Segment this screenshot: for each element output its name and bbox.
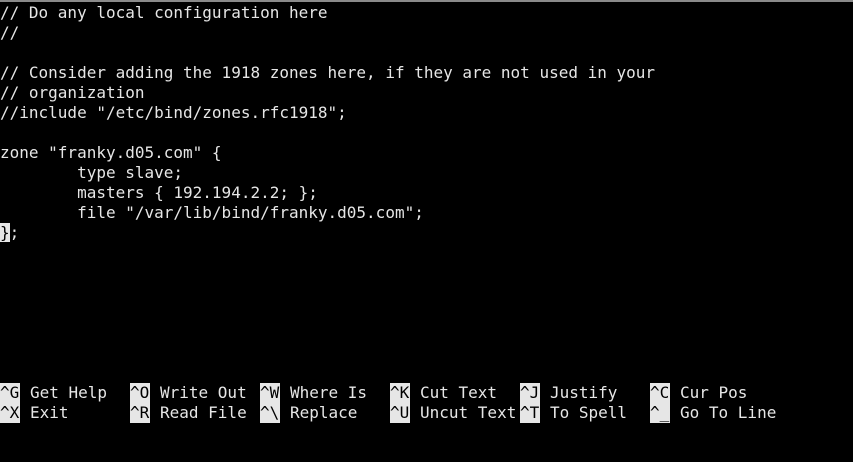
shortcut-uncut-text[interactable]: ^U Uncut Text <box>390 403 516 423</box>
shortcut-label: Justify <box>550 383 618 402</box>
shortcut-label: Where Is <box>290 383 368 402</box>
shortcut-key: ^U <box>390 403 410 423</box>
shortcut-key: ^R <box>130 403 150 423</box>
shortcut-label: To Spell <box>550 403 628 422</box>
shortcut-exit[interactable]: ^X Exit <box>0 403 69 423</box>
shortcut-key: ^K <box>390 383 410 403</box>
shortcut-label: Read File <box>160 403 247 422</box>
shortcut-label: Exit <box>30 403 69 422</box>
editor-line[interactable]: type slave; <box>0 163 853 183</box>
editor-line[interactable]: //include "/etc/bind/zones.rfc1918"; <box>0 103 853 123</box>
text-cursor: } <box>0 223 10 242</box>
editor-line[interactable]: zone "franky.d05.com" { <box>0 143 853 163</box>
shortcut-go-to-line[interactable]: ^_ Go To Line <box>650 403 776 423</box>
shortcut-write-out[interactable]: ^O Write Out <box>130 383 247 403</box>
shortcut-key: ^O <box>130 383 150 403</box>
shortcut-key: ^\ <box>260 403 280 423</box>
shortcut-get-help[interactable]: ^G Get Help <box>0 383 107 403</box>
shortcut-label: Get Help <box>30 383 108 402</box>
shortcut-label: Cut Text <box>420 383 498 402</box>
shortcut-justify[interactable]: ^J Justify <box>520 383 617 403</box>
editor-line[interactable]: // Do any local configuration here <box>0 3 853 23</box>
shortcut-cut-text[interactable]: ^K Cut Text <box>390 383 497 403</box>
shortcut-key: ^X <box>0 403 20 423</box>
shortcut-key: ^T <box>520 403 540 423</box>
editor-line[interactable] <box>0 43 853 63</box>
shortcut-row-1: ^G Get Help ^O Write Out ^W Where Is ^K … <box>0 383 853 403</box>
shortcut-read-file[interactable]: ^R Read File <box>130 403 247 423</box>
shortcut-key: ^_ <box>650 403 670 423</box>
shortcut-key: ^W <box>260 383 280 403</box>
editor-line[interactable]: // Consider adding the 1918 zones here, … <box>0 63 853 83</box>
shortcut-label: Write Out <box>160 383 247 402</box>
shortcut-key: ^J <box>520 383 540 403</box>
title-bar-rule <box>0 0 853 2</box>
editor-text-area[interactable]: // Do any local configuration here // //… <box>0 3 853 363</box>
shortcut-where-is[interactable]: ^W Where Is <box>260 383 367 403</box>
editor-line[interactable]: // organization <box>0 83 853 103</box>
cursor-line-rest: ; <box>9 223 20 242</box>
editor-line[interactable] <box>0 123 853 143</box>
shortcut-row-2: ^X Exit ^R Read File ^\ Replace ^U Uncut… <box>0 403 853 423</box>
shortcut-label: Cur Pos <box>680 383 748 402</box>
shortcut-label: Go To Line <box>680 403 777 422</box>
shortcut-bar: ^G Get Help ^O Write Out ^W Where Is ^K … <box>0 383 853 423</box>
editor-line[interactable]: masters { 192.194.2.2; }; <box>0 183 853 203</box>
shortcut-to-spell[interactable]: ^T To Spell <box>520 403 627 423</box>
shortcut-replace[interactable]: ^\ Replace <box>260 403 357 423</box>
shortcut-key: ^G <box>0 383 20 403</box>
editor-line[interactable]: // <box>0 23 853 43</box>
editor-line[interactable]: file "/var/lib/bind/franky.d05.com"; <box>0 203 853 223</box>
editor-line-cursor[interactable]: }; <box>0 223 853 243</box>
shortcut-key: ^C <box>650 383 670 403</box>
shortcut-cur-pos[interactable]: ^C Cur Pos <box>650 383 747 403</box>
shortcut-label: Replace <box>290 403 358 422</box>
shortcut-label: Uncut Text <box>420 403 517 422</box>
